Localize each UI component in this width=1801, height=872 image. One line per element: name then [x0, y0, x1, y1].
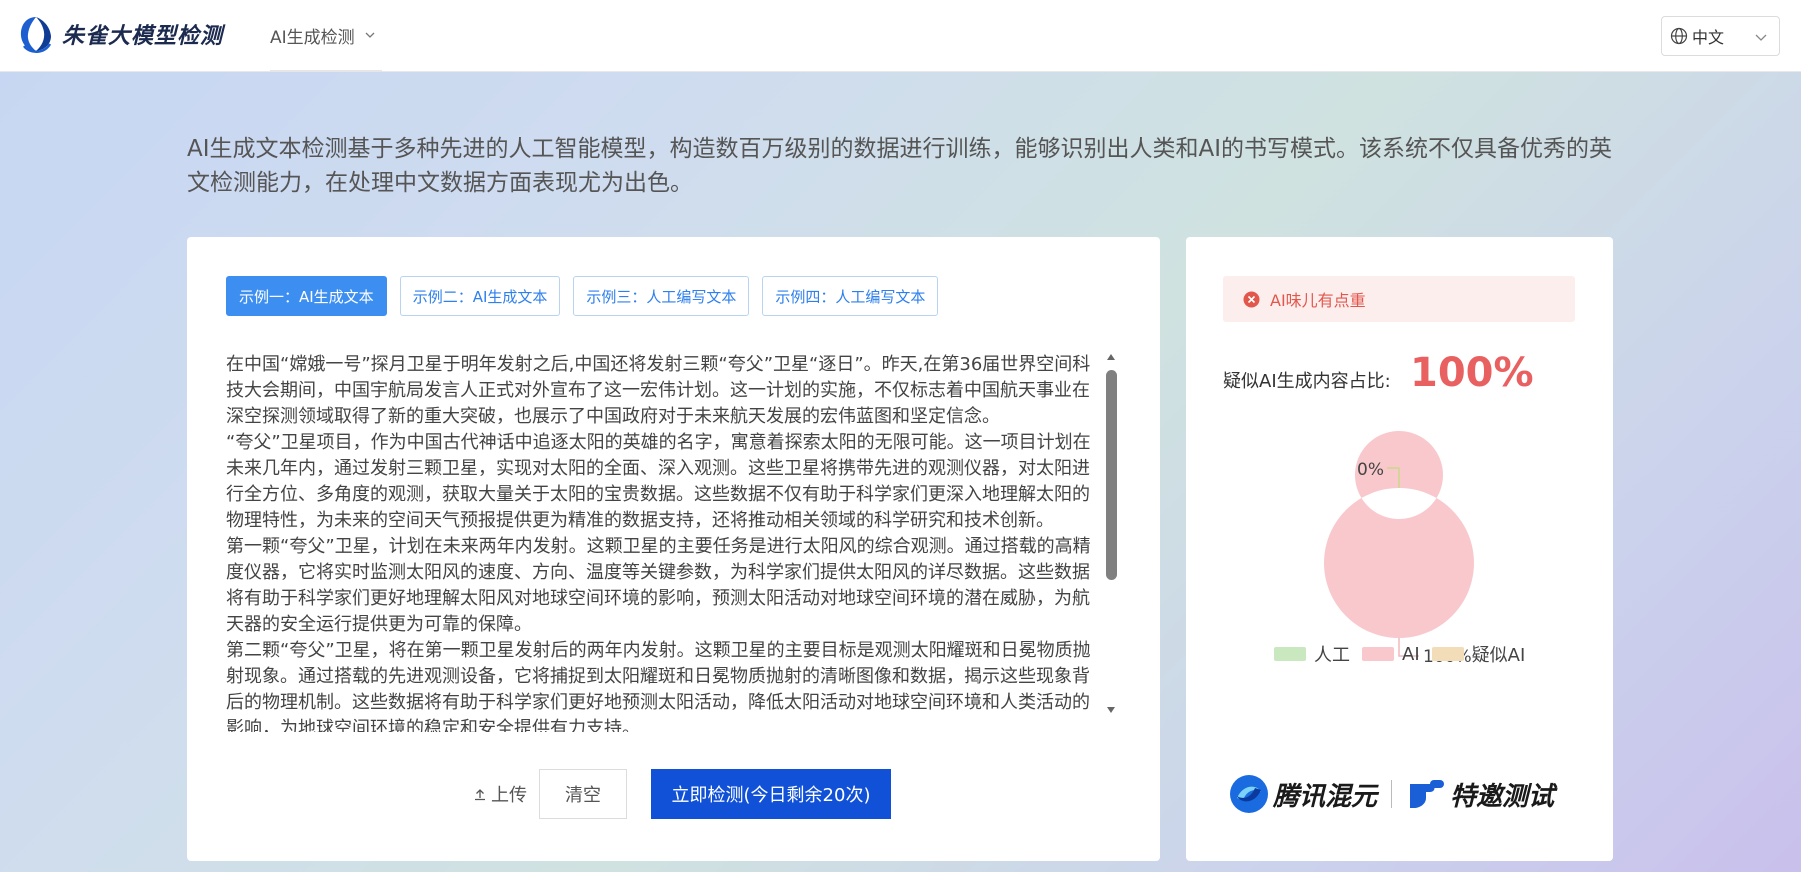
text-paragraph: 在中国“嫦娥一号”探月卫星于明年发射之后,中国还将发射三颗“夸父”卫星“逐日”。… — [226, 354, 1091, 427]
ai-ratio-label: 疑似AI生成内容占比: — [1223, 371, 1391, 392]
clear-button[interactable]: 清空 — [539, 769, 627, 819]
chart-legend: 人工 AI 疑似AI — [1274, 641, 1537, 667]
upload-icon — [475, 789, 485, 801]
legend-swatch — [1274, 647, 1306, 661]
donut-slice-AI — [1323, 431, 1474, 638]
legend-item[interactable]: 人工 — [1274, 641, 1350, 667]
tab-example-1[interactable]: 示例一：AI生成文本 — [226, 276, 387, 316]
brand1-name: 腾讯混元 — [1273, 781, 1378, 812]
chevron-down-icon — [1755, 34, 1767, 41]
result-alert: AI味儿有点重 — [1223, 276, 1575, 322]
globe-icon — [1670, 27, 1688, 45]
nav-ai-detection-label: AI生成检测 — [270, 27, 355, 48]
legend-swatch — [1431, 647, 1464, 661]
language-label: 中文 — [1692, 28, 1725, 47]
data-label-0: 0% — [1357, 460, 1384, 480]
scrollbar[interactable] — [1104, 352, 1118, 722]
text-input-area[interactable]: 在中国“嫦娥一号”探月卫星于明年发射之后,中国还将发射三颗“夸父”卫星“逐日”。… — [226, 352, 1104, 732]
brand-divider — [1391, 780, 1393, 808]
legend-swatch — [1362, 647, 1394, 661]
legend-item[interactable]: AI — [1362, 644, 1420, 665]
tab-example-2[interactable]: 示例二：AI生成文本 — [399, 276, 561, 316]
text-paragraph: 第二颗“夸父”卫星，将在第一颗卫星发射后的两年内发射。这颗卫星的主要目标是观测太… — [226, 640, 1091, 732]
brand2-name: 特邀测试 — [1450, 781, 1555, 812]
scroll-up-arrow-icon[interactable] — [1106, 352, 1116, 362]
language-select[interactable]: 中文 — [1661, 16, 1780, 56]
upload-label: 上传 — [491, 785, 527, 806]
example-tabs: 示例一：AI生成文本 示例二：AI生成文本 示例三：人工编写文本 示例四：人工编… — [226, 276, 939, 316]
legend-label: 人工 — [1314, 645, 1350, 666]
input-panel: 示例一：AI生成文本 示例二：AI生成文本 示例三：人工编写文本 示例四：人工编… — [187, 237, 1160, 861]
detect-button[interactable]: 立即检测(今日剩余20次) — [651, 769, 891, 819]
alert-text: AI味儿有点重 — [1270, 291, 1366, 310]
hunyuan-logo-icon — [1230, 775, 1268, 813]
legend-item[interactable]: 疑似AI — [1431, 641, 1526, 667]
text-paragraph: “夸父”卫星项目，作为中国古代神话中追逐太阳的英雄的名字，寓意着探索太阳的无限可… — [226, 432, 1091, 531]
scrollbar-thumb[interactable] — [1106, 370, 1117, 580]
legend-label: 疑似AI — [1471, 645, 1526, 666]
brand-name: 朱雀大模型检测 — [62, 24, 224, 49]
intro-description: AI生成文本检测基于多种先进的人工智能模型，构造数百万级别的数据进行训练，能够识… — [187, 136, 1613, 196]
top-navigation-bar: 朱雀大模型检测 AI生成检测 中文 — [0, 0, 1801, 72]
tab-example-4[interactable]: 示例四：人工编写文本 — [762, 276, 939, 316]
text-paragraph: 第一颗“夸父”卫星，计划在未来两年内发射。这颗卫星的主要任务是进行太阳风的综合观… — [226, 536, 1091, 635]
tab-example-3[interactable]: 示例三：人工编写文本 — [573, 276, 750, 316]
close-circle-icon — [1243, 291, 1260, 307]
hand-pointing-icon — [1410, 780, 1445, 808]
zhuque-logo-icon — [20, 17, 52, 53]
ai-ratio-value: 100% — [1410, 350, 1534, 396]
legend-label: AI — [1402, 643, 1420, 665]
upload-button[interactable]: 上传 — [455, 769, 545, 819]
scroll-down-arrow-icon[interactable] — [1106, 705, 1116, 715]
partner-brands: 腾讯混元 特邀测试 — [1229, 774, 1554, 814]
result-panel: AI味儿有点重 疑似AI生成内容占比: 100% 0%100% 人工AI疑似AI… — [1186, 237, 1613, 861]
app-logo[interactable]: 朱雀大模型检测 — [18, 14, 223, 54]
nav-ai-detection[interactable]: AI生成检测 — [270, 0, 382, 72]
chevron-down-icon — [365, 32, 375, 38]
action-bar: 上传 清空 立即检测(今日剩余20次) — [187, 769, 1160, 819]
